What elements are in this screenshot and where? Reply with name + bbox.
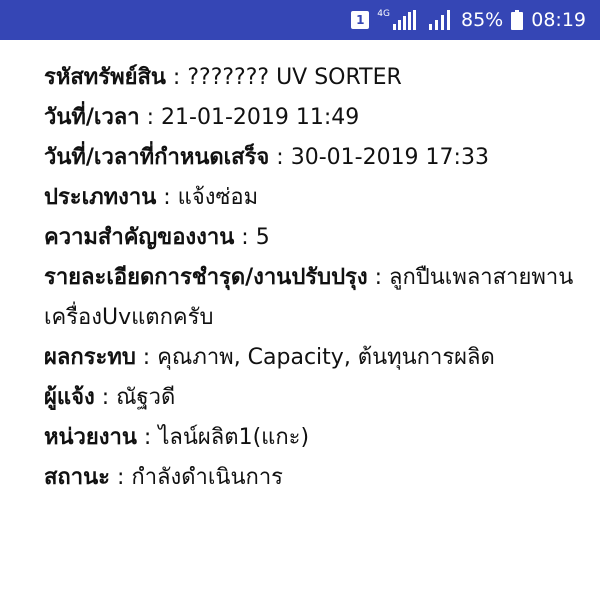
field-impact: ผลกระทบ : คุณภาพ, Capacity, ต้นทุนการผลิ…	[44, 338, 580, 378]
field-separator: :	[165, 65, 188, 90]
field-value: ณัฐวดี	[116, 385, 176, 410]
field-value: 30-01-2019 17:33	[290, 145, 489, 170]
field-separator: :	[109, 465, 132, 490]
field-department: หน่วยงาน : ไลน์ผลิต1(แกะ)	[44, 418, 580, 458]
field-separator: :	[234, 225, 256, 250]
signal-icon-secondary	[429, 10, 450, 30]
signal-icon	[393, 10, 416, 30]
field-separator: :	[269, 145, 291, 170]
field-label: ผู้แจ้ง	[44, 385, 95, 410]
field-separator: :	[367, 265, 389, 290]
field-separator: :	[94, 385, 117, 410]
field-asset-code: รหัสทรัพย์สิน : ??????? UV SORTER	[44, 58, 580, 98]
field-value: 21-01-2019 11:49	[161, 105, 360, 130]
field-label: วันที่/เวลา	[44, 105, 140, 130]
field-label: หน่วยงาน	[44, 425, 137, 450]
field-status: สถานะ : กำลังดำเนินการ	[44, 458, 580, 498]
field-label: รหัสทรัพย์สิน	[44, 65, 166, 90]
field-label: ความสำคัญของงาน	[44, 225, 235, 250]
job-detail-list: รหัสทรัพย์สิน : ??????? UV SORTER วันที่…	[0, 40, 600, 498]
field-label: ผลกระทบ	[44, 345, 136, 370]
field-separator: :	[136, 425, 159, 450]
network-signal: 4G	[377, 10, 419, 30]
field-priority: ความสำคัญของงาน : 5	[44, 218, 580, 258]
field-label: วันที่/เวลาที่กำหนดเสร็จ	[44, 145, 270, 170]
field-due-datetime: วันที่/เวลาที่กำหนดเสร็จ : 30-01-2019 17…	[44, 138, 580, 178]
field-reporter: ผู้แจ้ง : ณัฐวดี	[44, 378, 580, 418]
field-value: 5	[255, 225, 270, 250]
field-job-type: ประเภทงาน : แจ้งซ่อม	[44, 178, 580, 218]
sim-icon: 1	[351, 11, 370, 29]
field-label: รายละเอียดการชำรุด/งานปรับปรุง	[44, 265, 368, 290]
field-separator: :	[135, 345, 158, 370]
field-value: แจ้งซ่อม	[177, 185, 259, 210]
battery-percent: 85%	[461, 9, 504, 31]
field-value: กำลังดำเนินการ	[131, 465, 284, 490]
field-value: ??????? UV SORTER	[187, 65, 402, 90]
clock: 08:19	[531, 9, 586, 31]
field-value: คุณภาพ, Capacity, ต้นทุนการผลิด	[157, 345, 495, 370]
field-datetime: วันที่/เวลา : 21-01-2019 11:49	[44, 98, 580, 138]
field-value: ไลน์ผลิต1(แกะ)	[158, 425, 310, 450]
field-separator: :	[139, 105, 162, 130]
status-bar: 1 4G 85% 08:19	[0, 0, 600, 40]
network-type-label: 4G	[377, 9, 390, 19]
field-damage-detail: รายละเอียดการชำรุด/งานปรับปรุง : ลูกปืนเ…	[44, 258, 580, 338]
field-label: ประเภทงาน	[44, 185, 157, 210]
field-separator: :	[156, 185, 178, 210]
battery-icon	[511, 10, 524, 30]
field-label: สถานะ	[44, 465, 110, 490]
